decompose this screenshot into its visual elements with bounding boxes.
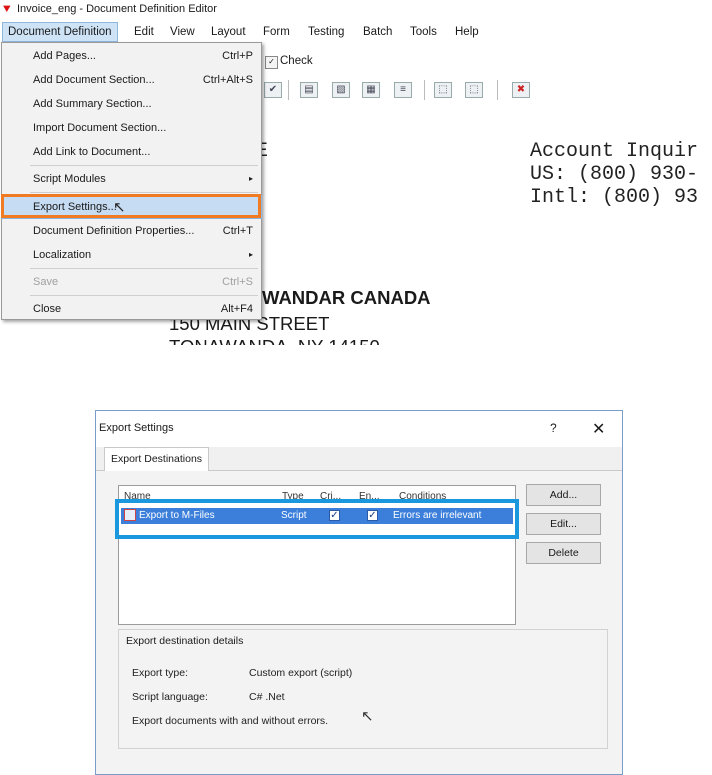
export-settings-dialog: Export Settings ? ✕ Export Destinations … xyxy=(95,410,623,775)
add-button[interactable]: Add... xyxy=(526,484,601,506)
menu-item-label: Add Summary Section... xyxy=(33,98,152,110)
title-bar: ⯆ Invoice_eng - Document Definition Edit… xyxy=(0,0,712,20)
address-city: TONAWANDA, NY 14150 xyxy=(169,336,380,345)
menu-layout[interactable]: Layout xyxy=(206,22,251,42)
chart-icon[interactable]: ✖ xyxy=(512,82,530,98)
dialog-title: Export Settings xyxy=(99,422,174,434)
menu-item-localization[interactable]: Localization ▸ xyxy=(2,244,261,266)
table-icon[interactable]: ▦ xyxy=(362,82,380,98)
menu-item-label: Close xyxy=(33,303,62,315)
menu-item-label: Add Pages... xyxy=(33,50,96,62)
menu-item-label: Save xyxy=(33,276,59,288)
menu-separator xyxy=(30,192,258,193)
check-icon[interactable]: ✔ xyxy=(264,82,282,98)
menu-item-shortcut: Ctrl+P xyxy=(222,50,253,62)
script-language-value: C# .Net xyxy=(249,691,285,703)
intl-phone-line: Intl: (800) 93 xyxy=(530,186,699,209)
menu-edit[interactable]: Edit xyxy=(129,22,159,42)
menu-item-add-link[interactable]: Add Link to Document... xyxy=(2,141,261,163)
region-icon[interactable]: ⬚ xyxy=(434,82,452,98)
errors-note: Export documents with and without errors… xyxy=(132,715,329,727)
menu-bar: Document Definition Edit View Layout For… xyxy=(0,22,712,42)
region2-icon[interactable]: ⬚ xyxy=(465,82,483,98)
menu-item-label: Add Link to Document... xyxy=(33,146,151,158)
window-title: Invoice_eng - Document Definition Editor xyxy=(17,3,217,15)
menu-item-label: Document Definition Properties... xyxy=(33,225,195,237)
menu-item-close[interactable]: Close Alt+F4 xyxy=(2,298,261,320)
menu-help[interactable]: Help xyxy=(450,22,484,42)
editor-window: ⯆ Invoice_eng - Document Definition Edit… xyxy=(0,0,712,345)
menu-form[interactable]: Form xyxy=(258,22,295,42)
menu-document-definition[interactable]: Document Definition xyxy=(2,22,118,42)
menu-item-shortcut: Ctrl+S xyxy=(222,276,253,288)
check-icon[interactable]: ✓ xyxy=(265,56,278,69)
us-phone-line: US: (800) 930- xyxy=(530,163,699,186)
highlight-box-export-row xyxy=(115,499,519,539)
close-icon[interactable]: ✕ xyxy=(592,419,605,439)
submenu-arrow-icon: ▸ xyxy=(248,174,253,183)
image-icon[interactable]: ▧ xyxy=(332,82,350,98)
menu-item-save: Save Ctrl+S xyxy=(2,271,261,293)
menu-separator xyxy=(30,295,258,296)
menu-separator xyxy=(30,268,258,269)
menu-tools[interactable]: Tools xyxy=(405,22,442,42)
submenu-arrow-icon: ▸ xyxy=(248,250,253,259)
menu-item-label: Import Document Section... xyxy=(33,122,167,134)
edit-button[interactable]: Edit... xyxy=(526,513,601,535)
tab-export-destinations[interactable]: Export Destinations xyxy=(104,447,209,471)
menu-testing[interactable]: Testing xyxy=(303,22,349,42)
mouse-cursor-icon: ↖ xyxy=(113,199,126,216)
menu-item-shortcut: Ctrl+Alt+S xyxy=(202,74,253,86)
toolbar-separator xyxy=(497,80,498,100)
check-button[interactable]: Check xyxy=(280,55,313,67)
document-definition-menu: Add Pages... Ctrl+P Add Document Section… xyxy=(1,42,262,320)
script-language-label: Script language: xyxy=(132,691,208,703)
export-details-group xyxy=(118,629,608,749)
address-company: WANDAR CANADA xyxy=(262,287,431,308)
toolbar-separator xyxy=(288,80,289,100)
highlight-box-export-settings xyxy=(1,194,261,218)
menu-item-document-definition-properties[interactable]: Document Definition Properties... Ctrl+T xyxy=(2,220,261,242)
menu-batch[interactable]: Batch xyxy=(358,22,397,42)
menu-item-shortcut: Alt+F4 xyxy=(220,303,253,315)
export-type-label: Export type: xyxy=(132,667,189,679)
menu-item-shortcut: Ctrl+T xyxy=(222,225,253,237)
text-field-icon[interactable]: ▤ xyxy=(300,82,318,98)
menu-item-label: Add Document Section... xyxy=(33,74,155,86)
menu-item-add-summary-section[interactable]: Add Summary Section... xyxy=(2,93,261,115)
menu-item-label: Script Modules xyxy=(33,173,106,185)
account-inquiry-line: Account Inquir xyxy=(530,140,699,163)
lines-icon[interactable]: ≡ xyxy=(394,82,412,98)
help-icon[interactable]: ? xyxy=(550,421,557,435)
menu-item-script-modules[interactable]: Script Modules ▸ xyxy=(2,168,261,190)
mouse-cursor-icon: ↖ xyxy=(361,708,374,725)
menu-separator xyxy=(30,165,258,166)
export-type-value: Custom export (script) xyxy=(249,667,353,679)
menu-item-label: Localization xyxy=(33,249,92,261)
menu-item-add-document-section[interactable]: Add Document Section... Ctrl+Alt+S xyxy=(2,69,261,91)
toolbar-separator xyxy=(424,80,425,100)
acrobat-icon: ⯆ xyxy=(2,2,12,16)
menu-item-add-pages[interactable]: Add Pages... Ctrl+P xyxy=(2,45,261,67)
menu-view[interactable]: View xyxy=(165,22,200,42)
menu-item-import-document-section[interactable]: Import Document Section... xyxy=(2,117,261,139)
details-legend: Export destination details xyxy=(124,635,246,647)
delete-button[interactable]: Delete xyxy=(526,542,601,564)
